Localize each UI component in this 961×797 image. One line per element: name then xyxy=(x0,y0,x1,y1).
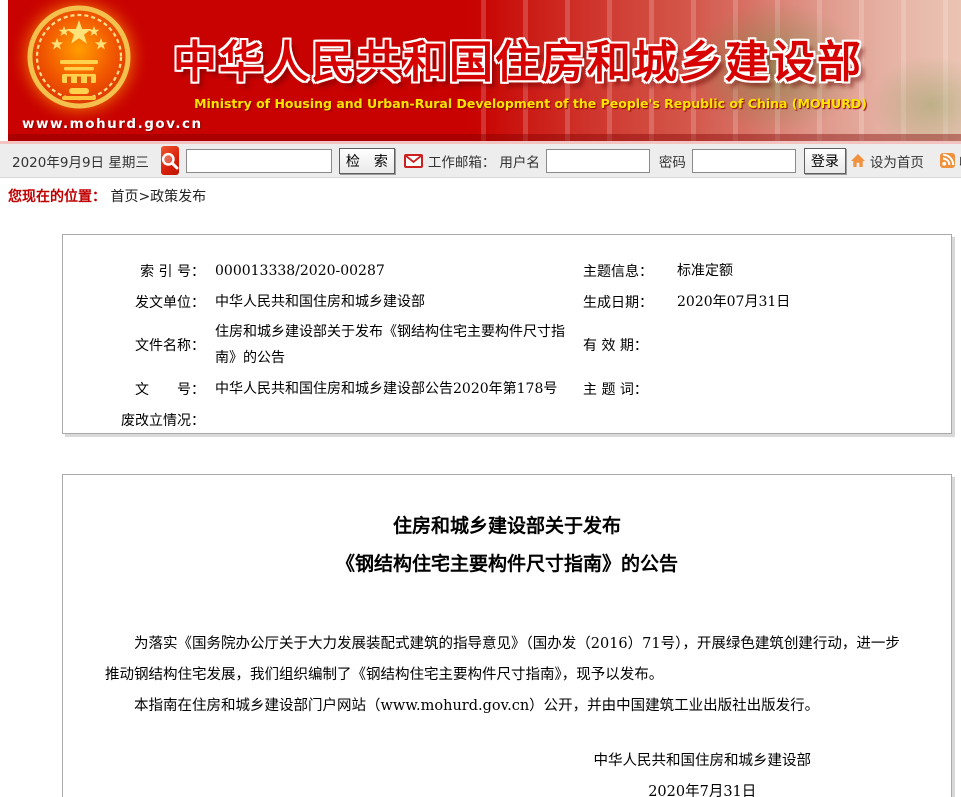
meta-row-topic-info: 主题信息： 标准定额 xyxy=(583,255,951,286)
home-icon xyxy=(850,153,866,168)
site-title: 中华人民共和国住房和城乡建设部 xyxy=(173,26,863,90)
set-homepage-label: 设为首页 xyxy=(870,151,924,171)
announcement-panel: 住房和城乡建设部关于发布 《钢结构住宅主要构件尺寸指南》的公告 为落实《国务院办… xyxy=(62,474,952,797)
meta-value: 中华人民共和国住房和城乡建设部 xyxy=(215,289,425,315)
meta-row-validity-period: 有 效 期： xyxy=(583,317,951,373)
meta-row-document-number: 文 号： 中华人民共和国住房和城乡建设部公告2020年第178号 xyxy=(83,373,583,404)
toolbar: 2020年9月9日 星期三 检 索 工作邮箱： 用户名 密码 登录 设为首页 xyxy=(0,141,961,178)
meta-row-index-number: 索 引 号： 000013338/2020-00287 xyxy=(83,255,583,286)
password-label: 密码 xyxy=(659,151,686,171)
meta-label: 发文单位： xyxy=(83,292,205,312)
announcement-title: 住房和城乡建设部关于发布 《钢结构住宅主要构件尺寸指南》的公告 xyxy=(63,507,951,583)
meta-label: 索 引 号： xyxy=(83,261,205,281)
meta-label: 主题信息： xyxy=(583,261,667,281)
meta-row-document-name: 文件名称： 住房和城乡建设部关于发布《钢结构住宅主要构件尺寸指南》的公告 xyxy=(83,317,583,373)
header-tree-image xyxy=(871,55,961,141)
signature-organization: 中华人民共和国住房和城乡建设部 xyxy=(594,746,812,777)
rss-icon xyxy=(940,153,955,168)
document-metadata-panel: 索 引 号： 000013338/2020-00287 发文单位： 中华人民共和… xyxy=(62,234,952,434)
breadcrumb: 您现在的位置： 首页>政策发布 xyxy=(0,178,961,212)
username-input[interactable] xyxy=(546,149,650,173)
meta-value: 标准定额 xyxy=(677,258,733,284)
meta-row-repeal-status: 废改立情况： xyxy=(83,404,583,435)
favorite-link[interactable]: 收 xyxy=(940,151,961,171)
site-header: www.mohurd.gov.cn 中华人民共和国住房和城乡建设部 Minist… xyxy=(8,0,961,141)
announcement-body: 为落实《国务院办公厅关于大力发展装配式建筑的指导意见》（国办发（2016）71号… xyxy=(105,629,901,722)
search-input[interactable] xyxy=(186,149,332,173)
meta-row-issuing-unit: 发文单位： 中华人民共和国住房和城乡建设部 xyxy=(83,286,583,317)
announcement-title-line2: 《钢结构住宅主要构件尺寸指南》的公告 xyxy=(63,545,951,583)
meta-row-subject-words: 主 题 词： xyxy=(583,373,951,404)
meta-value: 2020年07月31日 xyxy=(677,289,790,315)
site-subtitle: Ministry of Housing and Urban-Rural Deve… xyxy=(178,96,883,111)
announcement-paragraph: 为落实《国务院办公厅关于大力发展装配式建筑的指导意见》（国办发（2016）71号… xyxy=(105,629,901,691)
signature-date: 2020年7月31日 xyxy=(594,777,812,797)
password-input[interactable] xyxy=(692,149,796,173)
meta-label: 废改立情况： xyxy=(83,410,205,430)
announcement-paragraph: 本指南在住房和城乡建设部门户网站（www.mohurd.gov.cn）公开，并由… xyxy=(105,691,901,722)
breadcrumb-label: 您现在的位置： xyxy=(8,189,106,205)
mail-icon xyxy=(404,154,423,168)
metadata-left-column: 索 引 号： 000013338/2020-00287 发文单位： 中华人民共和… xyxy=(83,255,583,433)
meta-row-generated-date: 生成日期： 2020年07月31日 xyxy=(583,286,951,317)
meta-label: 主 题 词： xyxy=(583,379,667,399)
meta-value: 000013338/2020-00287 xyxy=(215,258,385,284)
work-mailbox-label: 工作邮箱： xyxy=(428,151,496,171)
search-icon[interactable] xyxy=(161,146,179,175)
metadata-right-column: 主题信息： 标准定额 生成日期： 2020年07月31日 有 效 期： 主 题 … xyxy=(583,255,951,433)
toolbar-right-links: 设为首页 收 xyxy=(850,151,961,171)
meta-value: 中华人民共和国住房和城乡建设部公告2020年第178号 xyxy=(215,376,557,402)
meta-label: 文 号： xyxy=(83,379,205,399)
search-button[interactable]: 检 索 xyxy=(339,148,395,174)
breadcrumb-path[interactable]: 首页>政策发布 xyxy=(110,189,206,205)
announcement-title-line1: 住房和城乡建设部关于发布 xyxy=(63,507,951,545)
national-emblem-logo xyxy=(26,4,132,118)
meta-label: 文件名称： xyxy=(83,335,205,355)
meta-value: 住房和城乡建设部关于发布《钢结构住宅主要构件尺寸指南》的公告 xyxy=(215,319,571,371)
meta-label: 有 效 期： xyxy=(583,335,667,355)
username-label: 用户名 xyxy=(499,151,540,171)
current-date: 2020年9月9日 星期三 xyxy=(12,151,149,171)
header-bottom-band xyxy=(8,134,961,141)
signature-block: 中华人民共和国住房和城乡建设部 2020年7月31日 xyxy=(594,746,812,797)
meta-label: 生成日期： xyxy=(583,292,667,312)
login-button[interactable]: 登录 xyxy=(804,148,846,174)
set-homepage-link[interactable]: 设为首页 xyxy=(850,151,924,171)
site-url: www.mohurd.gov.cn xyxy=(22,116,203,132)
